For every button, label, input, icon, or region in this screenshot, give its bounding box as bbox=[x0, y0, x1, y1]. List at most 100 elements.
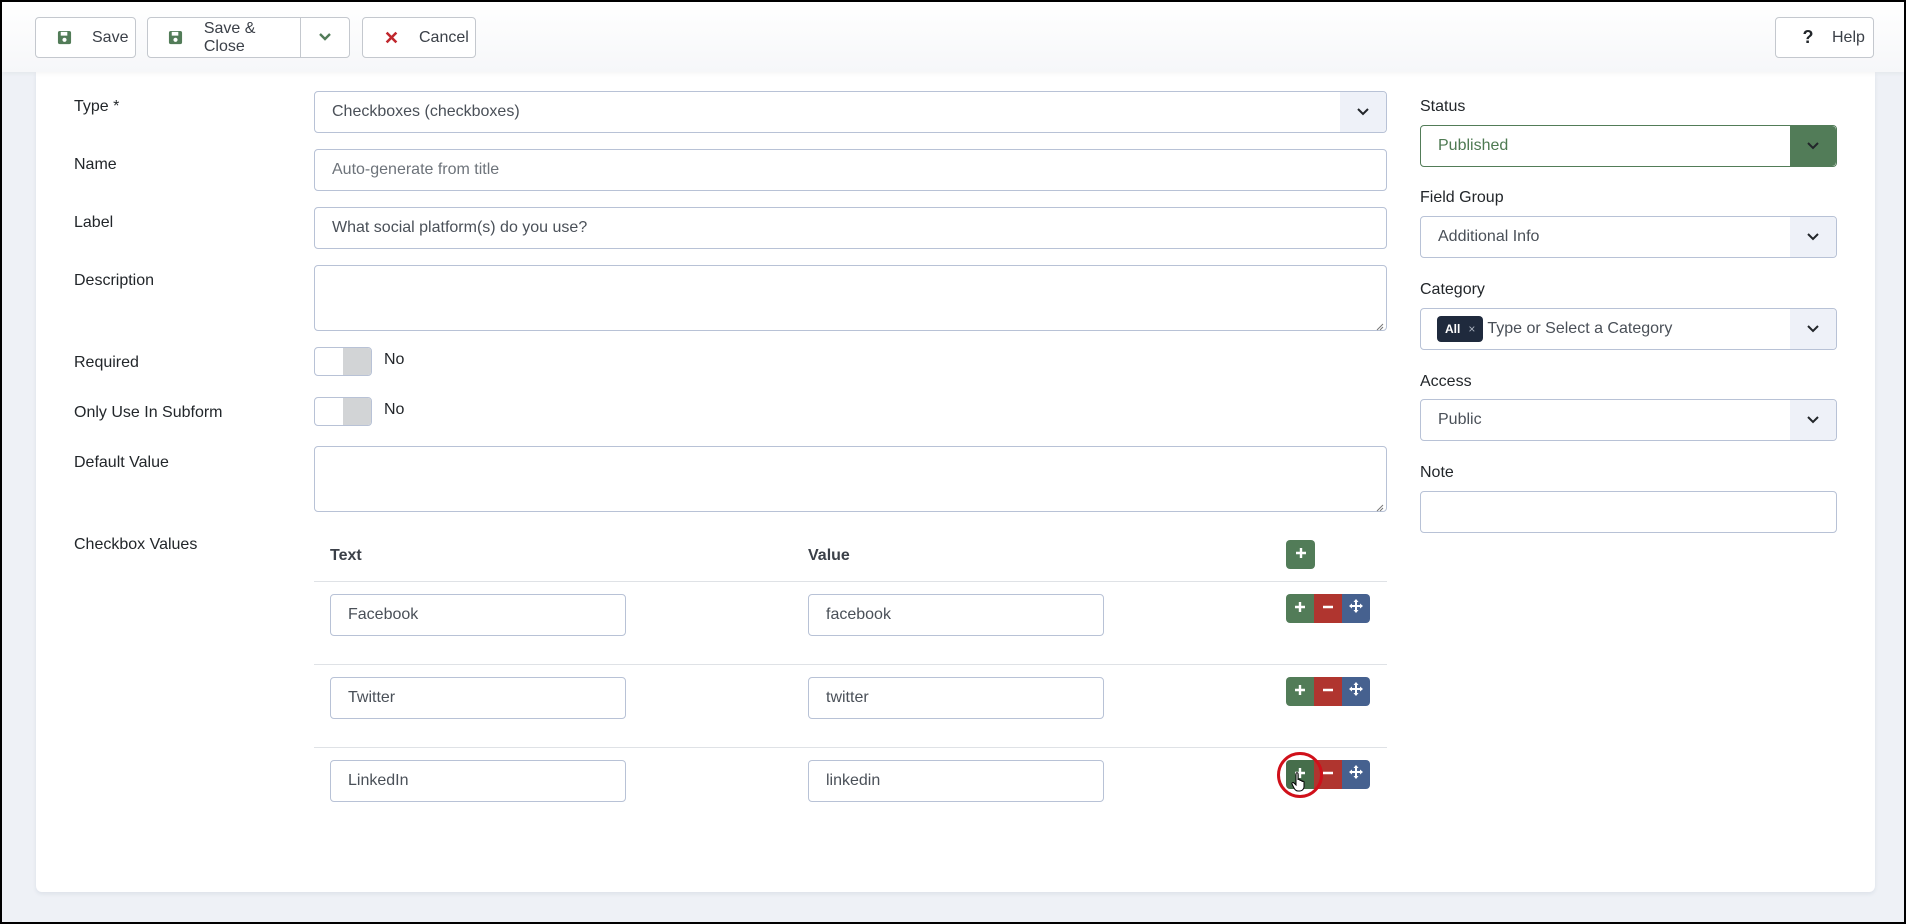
toolbar: Save Save & Close Cancel ? Help bbox=[2, 2, 1904, 72]
chip-label: All bbox=[1445, 322, 1461, 336]
move-arrows-icon bbox=[1349, 765, 1363, 784]
access-label: Access bbox=[1420, 373, 1472, 390]
category-chip-all: All × bbox=[1437, 316, 1484, 342]
option-text-value: LinkedIn bbox=[348, 772, 409, 789]
access-value: Public bbox=[1438, 411, 1482, 428]
toggle-knob bbox=[343, 348, 371, 375]
category-select[interactable]: All × Type or Select a Category bbox=[1420, 308, 1837, 350]
chevron-down-icon bbox=[1790, 217, 1836, 257]
option-value-value: linkedin bbox=[826, 772, 881, 789]
only-subform-label: Only Use In Subform bbox=[74, 404, 223, 421]
status-value: Published bbox=[1438, 137, 1509, 154]
chevron-down-icon bbox=[1790, 126, 1836, 166]
help-button[interactable]: ? Help bbox=[1775, 17, 1874, 58]
label-label: Label bbox=[74, 214, 114, 231]
category-label: Category bbox=[1420, 281, 1485, 298]
cancel-button[interactable]: Cancel bbox=[362, 17, 476, 58]
required-toggle[interactable] bbox=[314, 347, 372, 376]
add-row-after-button[interactable] bbox=[1286, 677, 1314, 706]
description-label: Description bbox=[74, 272, 155, 289]
option-text-value: Twitter bbox=[348, 689, 396, 706]
chevron-down-icon bbox=[318, 29, 332, 47]
status-label: Status bbox=[1420, 98, 1466, 115]
minus-icon bbox=[1322, 600, 1334, 618]
row-actions bbox=[1286, 760, 1370, 789]
type-label: Type * bbox=[74, 98, 120, 115]
add-row-button[interactable] bbox=[1286, 540, 1315, 569]
resize-grip-icon[interactable] bbox=[1374, 499, 1384, 512]
row-actions bbox=[1286, 677, 1370, 706]
save-close-label: Save & Close bbox=[203, 19, 256, 55]
note-label: Note bbox=[1420, 464, 1454, 481]
plus-icon bbox=[1295, 546, 1307, 564]
access-select[interactable]: Public bbox=[1420, 399, 1837, 441]
option-value-input[interactable]: twitter bbox=[808, 677, 1104, 719]
floppy-disk-icon bbox=[166, 30, 186, 45]
move-row-handle[interactable] bbox=[1342, 760, 1370, 789]
default-value-label: Default Value bbox=[74, 454, 169, 471]
add-row-after-button[interactable] bbox=[1286, 594, 1314, 623]
checkbox-values-label: Checkbox Values bbox=[74, 536, 198, 553]
save-label: Save bbox=[92, 28, 129, 46]
plus-icon bbox=[1294, 683, 1306, 701]
add-row-after-button[interactable] bbox=[1286, 760, 1314, 789]
floppy-disk-icon bbox=[54, 30, 74, 45]
name-placeholder: Auto-generate from title bbox=[332, 161, 500, 178]
option-text-input[interactable]: LinkedIn bbox=[330, 760, 626, 802]
name-label: Name bbox=[74, 156, 117, 173]
option-value-value: facebook bbox=[826, 606, 891, 623]
remove-row-button[interactable] bbox=[1314, 594, 1342, 623]
resize-grip-icon[interactable] bbox=[1374, 318, 1384, 331]
plus-icon bbox=[1294, 766, 1306, 784]
row-divider bbox=[314, 664, 1387, 665]
required-state: No bbox=[384, 351, 405, 368]
column-header-value: Value bbox=[808, 547, 850, 564]
move-row-handle[interactable] bbox=[1342, 594, 1370, 623]
question-icon: ? bbox=[1802, 27, 1814, 47]
save-close-button-group: Save & Close bbox=[147, 17, 350, 58]
name-input[interactable]: Auto-generate from title bbox=[314, 149, 1387, 191]
save-close-button[interactable]: Save & Close bbox=[148, 18, 301, 57]
label-value: What social platform(s) do you use? bbox=[332, 219, 588, 236]
move-arrows-icon bbox=[1349, 599, 1363, 618]
minus-icon bbox=[1322, 766, 1334, 784]
option-text-input[interactable]: Facebook bbox=[330, 594, 626, 636]
field-group-label: Field Group bbox=[1420, 189, 1504, 206]
remove-row-button[interactable] bbox=[1314, 760, 1342, 789]
note-input[interactable] bbox=[1420, 491, 1837, 533]
toggle-knob bbox=[343, 398, 371, 425]
chevron-down-icon bbox=[1340, 92, 1386, 132]
option-value-input[interactable]: linkedin bbox=[808, 760, 1104, 802]
row-divider bbox=[314, 581, 1387, 582]
x-icon bbox=[381, 31, 401, 44]
option-text-value: Facebook bbox=[348, 606, 419, 623]
save-button[interactable]: Save bbox=[35, 17, 136, 58]
help-label: Help bbox=[1832, 28, 1865, 46]
save-options-dropdown-toggle[interactable] bbox=[301, 18, 349, 57]
remove-row-button[interactable] bbox=[1314, 677, 1342, 706]
plus-icon bbox=[1294, 600, 1306, 618]
default-value-textarea[interactable] bbox=[314, 446, 1387, 512]
chip-remove-icon[interactable]: × bbox=[1468, 322, 1475, 336]
cancel-label: Cancel bbox=[419, 28, 469, 46]
description-textarea[interactable] bbox=[314, 265, 1387, 331]
column-header-text: Text bbox=[330, 547, 362, 564]
status-select[interactable]: Published bbox=[1420, 125, 1837, 167]
required-label: Required bbox=[74, 354, 139, 371]
minus-icon bbox=[1322, 683, 1334, 701]
move-arrows-icon bbox=[1349, 682, 1363, 701]
label-input[interactable]: What social platform(s) do you use? bbox=[314, 207, 1387, 249]
type-select[interactable]: Checkboxes (checkboxes) bbox=[314, 91, 1387, 133]
field-group-select[interactable]: Additional Info bbox=[1420, 216, 1837, 258]
only-subform-toggle[interactable] bbox=[314, 397, 372, 426]
move-row-handle[interactable] bbox=[1342, 677, 1370, 706]
type-value: Checkboxes (checkboxes) bbox=[332, 103, 520, 120]
option-text-input[interactable]: Twitter bbox=[330, 677, 626, 719]
category-search-placeholder[interactable]: Type or Select a Category bbox=[1487, 320, 1672, 338]
only-subform-state: No bbox=[384, 401, 405, 418]
chevron-down-icon bbox=[1790, 309, 1836, 349]
option-value-input[interactable]: facebook bbox=[808, 594, 1104, 636]
field-group-value: Additional Info bbox=[1438, 228, 1540, 245]
option-value-value: twitter bbox=[826, 689, 869, 706]
row-actions bbox=[1286, 594, 1370, 623]
